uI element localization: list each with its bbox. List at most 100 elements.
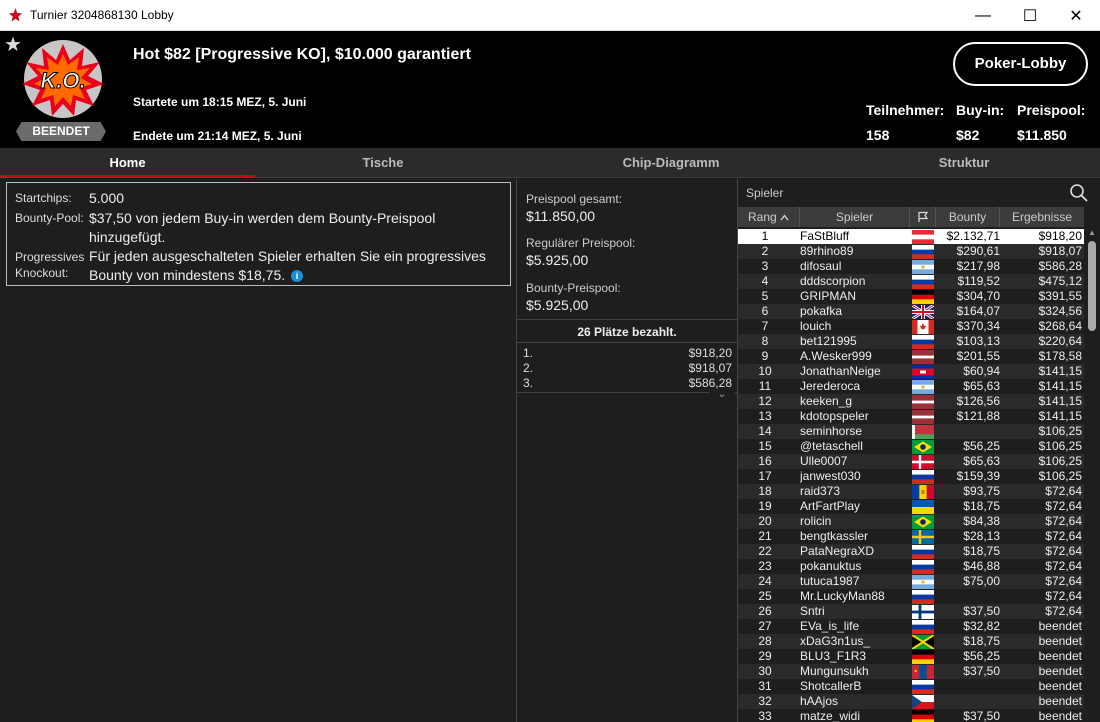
startchips-value: 5.000 (89, 190, 125, 206)
table-row[interactable]: 5 GRIPMAN $304,70 $391,55 (738, 289, 1084, 304)
country-flag-icon (912, 575, 934, 589)
result-cell: $324,56 (1038, 304, 1082, 318)
player-name-cell: bengtkassler (800, 529, 869, 543)
scroll-up-icon[interactable]: ▲ (1086, 227, 1098, 239)
bounty-pool-value-line2: hinzugefügt. (89, 229, 166, 245)
search-icon[interactable] (1069, 183, 1089, 203)
bounty-cell: $32,82 (963, 619, 1000, 633)
maximize-button[interactable]: ☐ (1007, 0, 1053, 31)
pokerstars-logo-icon (9, 8, 22, 22)
rank-cell: 11 (758, 379, 772, 393)
player-name-cell: keeken_g (800, 394, 853, 408)
players-scrollbar[interactable]: ▲ (1086, 227, 1098, 722)
minimize-icon: — (975, 6, 991, 24)
table-row[interactable]: 7 louich $370,34 $268,64 (738, 319, 1084, 334)
table-row[interactable]: 21 bengtkassler $28,13 $72,64 (738, 529, 1084, 544)
rank-column-header[interactable]: Rang (738, 207, 800, 227)
bounty-cell: $56,25 (963, 649, 1000, 663)
table-row[interactable]: 29 BLU3_F1R3 $56,25 beendet (738, 649, 1084, 664)
country-flag-icon (912, 350, 934, 364)
table-row[interactable]: 10 JonathanNeige $60,94 $141,15 (738, 364, 1084, 379)
table-row[interactable]: 13 kdotopspeler $121,88 $141,15 (738, 409, 1084, 424)
player-name-cell: A.Wesker999 (800, 349, 872, 363)
bounty-cell: $18,75 (963, 544, 1000, 558)
flag-column-header[interactable] (910, 207, 936, 227)
country-flag-icon (912, 515, 934, 529)
player-column-header[interactable]: Spieler (800, 207, 910, 227)
country-flag-icon (912, 305, 934, 319)
rank-cell: 14 (758, 424, 772, 438)
rank-cell: 8 (761, 334, 769, 348)
table-row[interactable]: 22 PataNegraXD $18,75 $72,64 (738, 544, 1084, 559)
country-flag-icon (912, 395, 934, 409)
bounty-cell: $121,88 (956, 409, 1000, 423)
table-row[interactable]: 23 pokanuktus $46,88 $72,64 (738, 559, 1084, 574)
table-row[interactable]: 24 tutuca1987 $75,00 $72,64 (738, 574, 1084, 589)
table-row[interactable]: 9 A.Wesker999 $201,55 $178,58 (738, 349, 1084, 364)
rank-cell: 16 (758, 454, 772, 468)
tab-structure[interactable]: Struktur (831, 148, 1097, 178)
result-column-header[interactable]: Ergebnisse (1000, 207, 1084, 227)
info-panel: Startchips: 5.000 Bounty-Pool: $37,50 vo… (0, 179, 516, 722)
table-row[interactable]: 32 hAAjos beendet (738, 694, 1084, 709)
table-row[interactable]: 11 Jerederoca $65,63 $141,15 (738, 379, 1084, 394)
table-row[interactable]: 1 FaStBluff $2.132,71 $918,20 (738, 229, 1084, 244)
table-row[interactable]: 3 difosaul $217,98 $586,28 (738, 259, 1084, 274)
close-button[interactable]: ✕ (1053, 0, 1099, 31)
table-row[interactable]: 4 dddscorpion $119,52 $475,12 (738, 274, 1084, 289)
table-row[interactable]: 27 EVa_is_life $32,82 beendet (738, 619, 1084, 634)
tab-chip-chart[interactable]: Chip-Diagramm (511, 148, 831, 178)
ko-logo-text: K.O. (40, 68, 85, 93)
scroll-thumb[interactable] (1088, 241, 1096, 331)
bounty-cell: $159,39 (956, 469, 1000, 483)
minimize-button[interactable]: — (960, 0, 1006, 31)
rank-cell: 30 (758, 664, 772, 678)
pko-label-line2: Knockout: (15, 266, 69, 280)
table-row[interactable]: 16 Ulle0007 $65,63 $106,25 (738, 454, 1084, 469)
rank-cell: 23 (758, 559, 772, 573)
result-cell: $141,15 (1038, 394, 1082, 408)
table-row[interactable]: 20 rolicin $84,38 $72,64 (738, 514, 1084, 529)
bounty-cell: $2.132,71 (946, 229, 1000, 243)
table-row[interactable]: 30 Mungunsukh $37,50 beendet (738, 664, 1084, 679)
table-row[interactable]: 14 seminhorse $106,25 (738, 424, 1084, 439)
tab-home[interactable]: Home (0, 148, 255, 178)
result-cell: $72,64 (1045, 484, 1082, 498)
result-cell: $106,25 (1038, 454, 1082, 468)
country-flag-icon (912, 500, 934, 514)
prize-panel: Preispool gesamt: $11.850,00 Regulärer P… (516, 179, 738, 722)
country-flag-icon (912, 275, 934, 289)
player-name-cell: EVa_is_life (800, 619, 860, 633)
table-row[interactable]: 31 ShotcallerB beendet (738, 679, 1084, 694)
bounty-cell: $370,34 (956, 319, 1000, 333)
player-search[interactable]: Spieler (738, 179, 1100, 207)
player-name-cell: louich (800, 319, 832, 333)
table-row[interactable]: 8 bet121995 $103,13 $220,64 (738, 334, 1084, 349)
table-row[interactable]: 33 matze_widi $37,50 beendet (738, 709, 1084, 722)
expand-chevron-icon[interactable]: ⌄ (709, 389, 735, 401)
tab-tables[interactable]: Tische (255, 148, 511, 178)
table-row[interactable]: 12 keeken_g $126,56 $141,15 (738, 394, 1084, 409)
rank-cell: 31 (758, 679, 772, 693)
table-row[interactable]: 28 xDaG3n1us_ $18,75 beendet (738, 634, 1084, 649)
rank-header-label: Rang (747, 210, 777, 224)
players-table-header: Rang Spieler Bounty Ergebnisse (738, 207, 1084, 227)
rank-cell: 26 (758, 604, 772, 618)
rank-cell: 25 (758, 589, 772, 603)
bounty-column-header[interactable]: Bounty (936, 207, 1000, 227)
info-icon[interactable]: i (291, 270, 304, 282)
country-flag-icon (912, 485, 934, 499)
table-row[interactable]: 17 janwest030 $159,39 $106,25 (738, 469, 1084, 484)
bounty-cell: $37,50 (963, 709, 1000, 722)
player-name-cell: BLU3_F1R3 (800, 649, 867, 663)
player-name-cell: hAAjos (800, 694, 839, 708)
table-row[interactable]: 2 89rhino89 $290,61 $918,07 (738, 244, 1084, 259)
player-name-cell: @tetaschell (800, 439, 863, 453)
table-row[interactable]: 26 Sntri $37,50 $72,64 (738, 604, 1084, 619)
poker-lobby-button[interactable]: Poker-Lobby (953, 42, 1088, 86)
table-row[interactable]: 6 pokafka $164,07 $324,56 (738, 304, 1084, 319)
table-row[interactable]: 15 @tetaschell $56,25 $106,25 (738, 439, 1084, 454)
table-row[interactable]: 25 Mr.LuckyMan88 $72,64 (738, 589, 1084, 604)
table-row[interactable]: 18 raid373 $93,75 $72,64 (738, 484, 1084, 499)
table-row[interactable]: 19 ArtFartPlay $18,75 $72,64 (738, 499, 1084, 514)
